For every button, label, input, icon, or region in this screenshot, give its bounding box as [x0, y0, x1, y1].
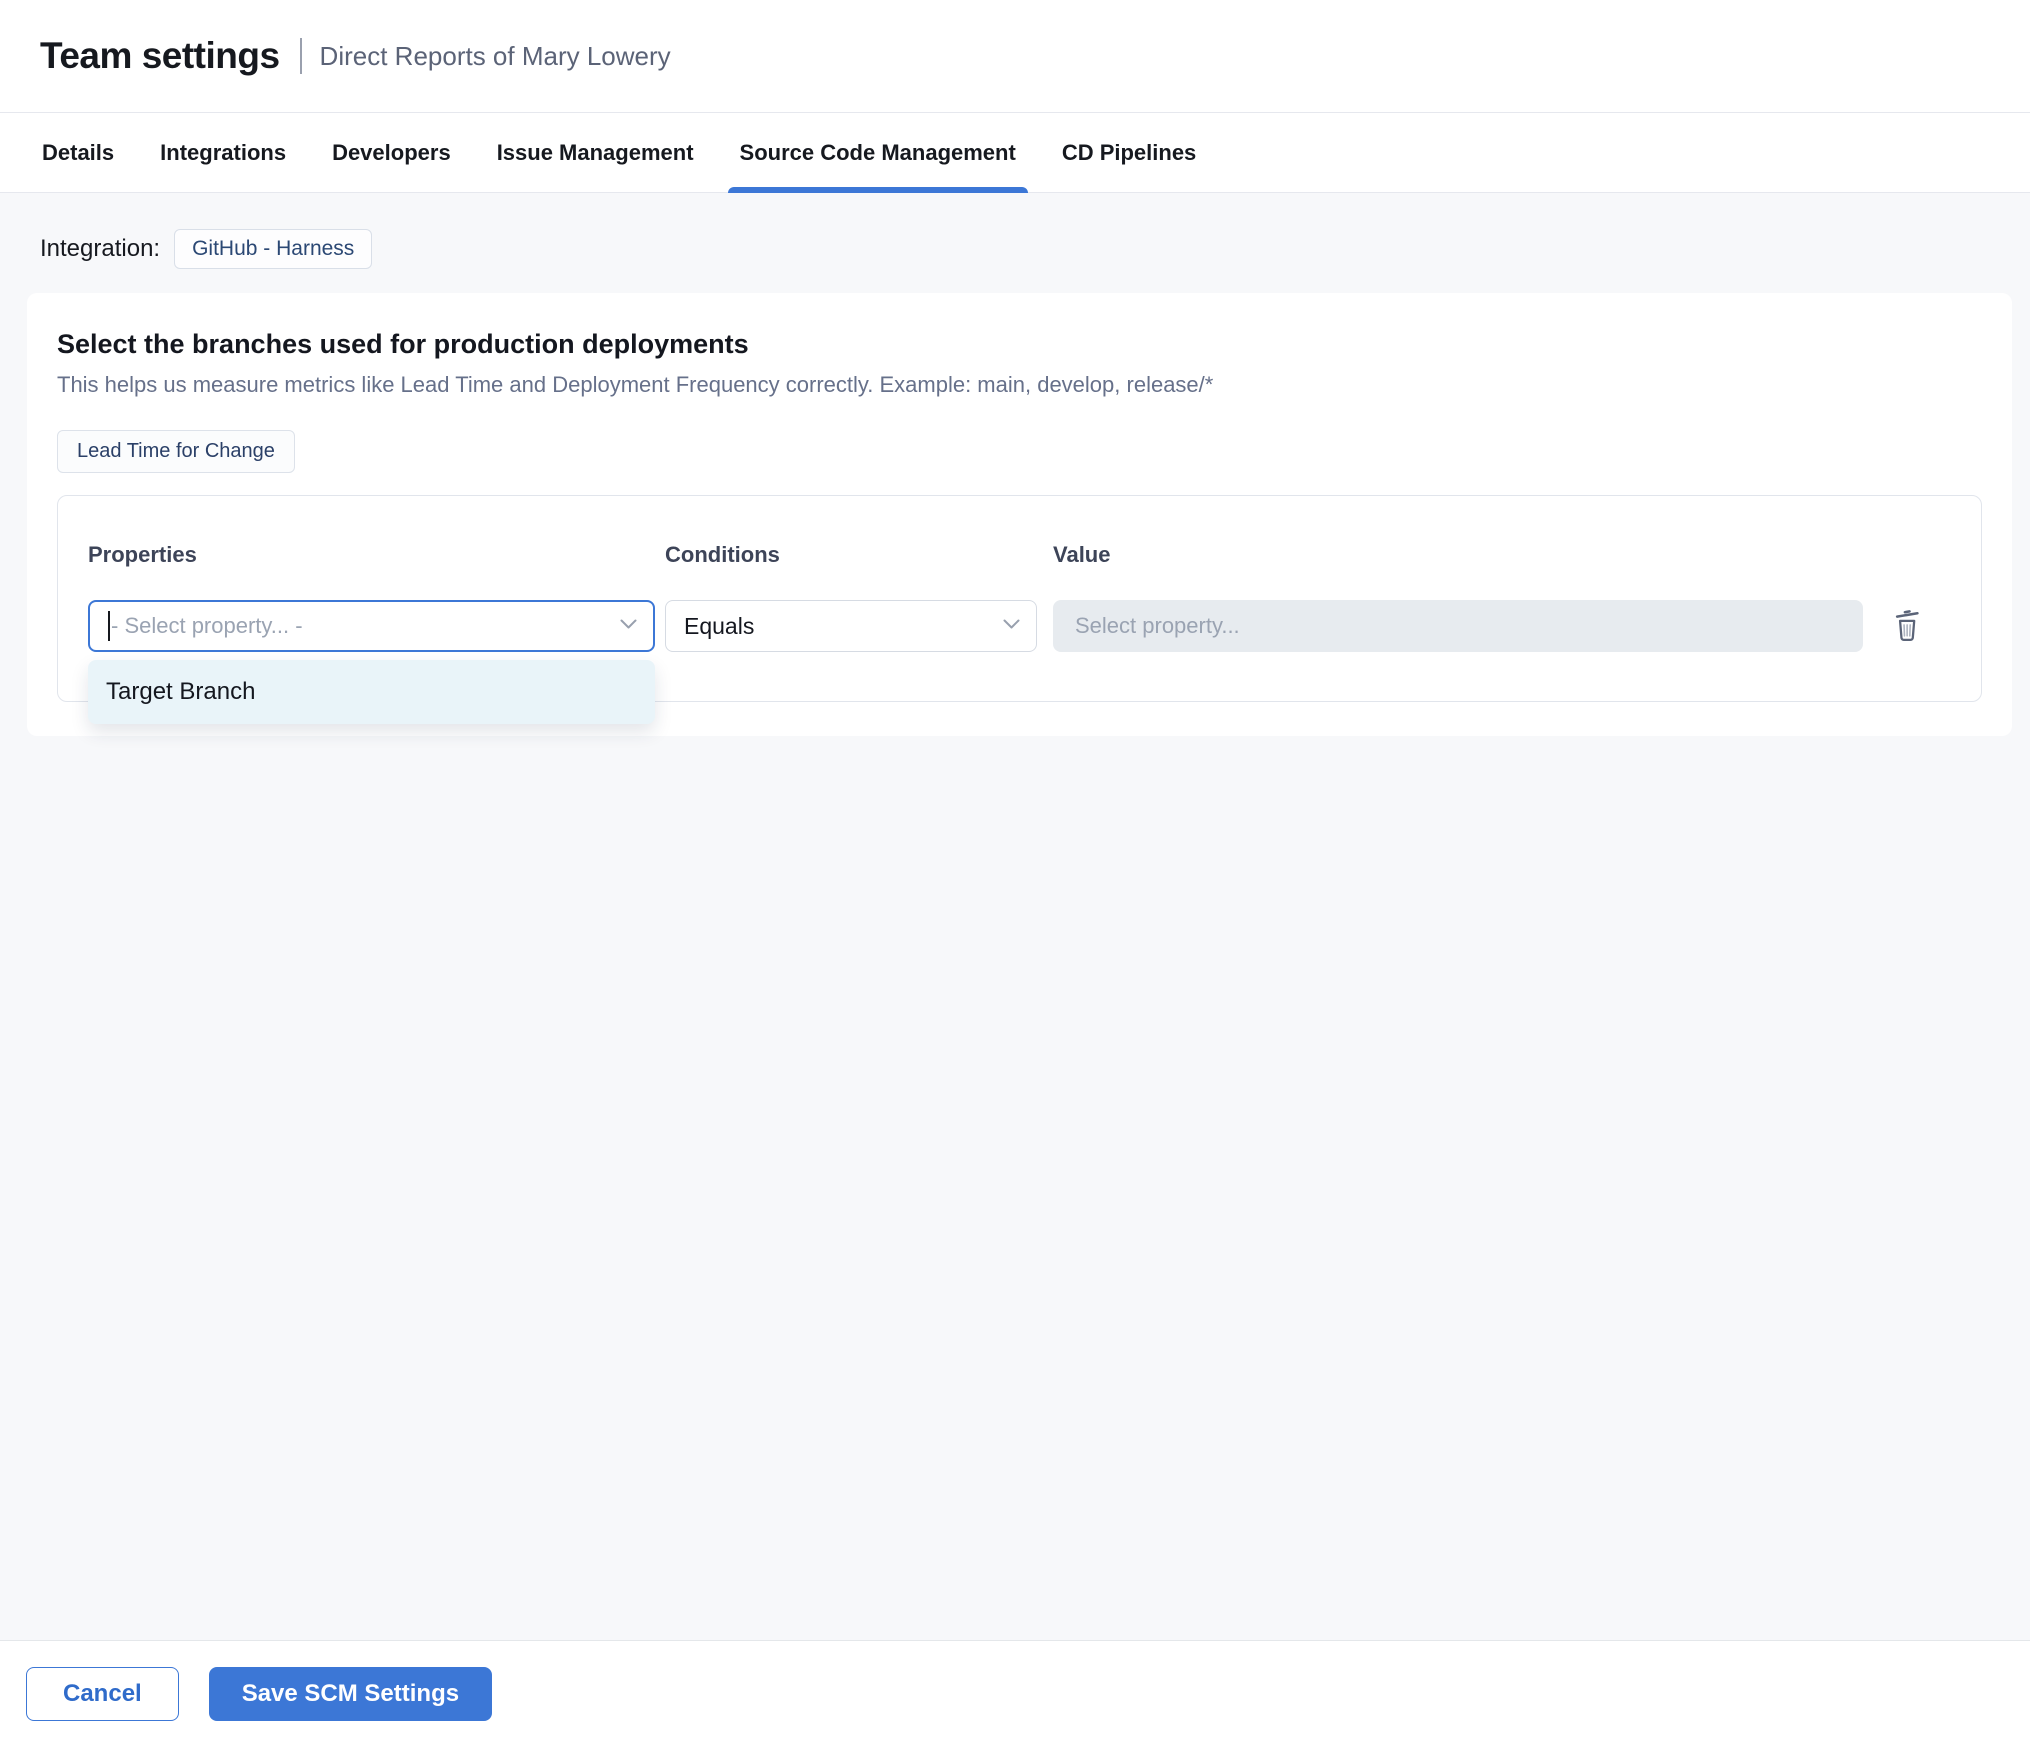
page-root: Team settings Direct Reports of Mary Low… — [0, 0, 2030, 1752]
cancel-button[interactable]: Cancel — [26, 1666, 179, 1721]
condition-select[interactable]: Equals — [665, 600, 1037, 652]
chevron-down-icon — [1003, 617, 1020, 635]
value-column-header: Value — [1053, 542, 1111, 567]
conditions-column-header: Conditions — [665, 542, 780, 567]
tab-cd-pipelines[interactable]: CD Pipelines — [1050, 113, 1208, 192]
branch-rule-panel: Properties Conditions Value - Select pro… — [57, 495, 1982, 724]
tab-integrations[interactable]: Integrations — [148, 113, 298, 192]
tab-label: CD Pipelines — [1061, 139, 1197, 165]
page-header: Team settings Direct Reports of Mary Low… — [0, 0, 2030, 113]
save-scm-settings-button[interactable]: Save SCM Settings — [208, 1666, 493, 1721]
integration-row: Integration: GitHub - Harness — [40, 229, 1990, 269]
delete-rule-button[interactable] — [1887, 603, 1927, 650]
properties-column-header: Properties — [88, 542, 197, 567]
page-title: Team settings — [40, 35, 280, 76]
text-cursor — [108, 611, 110, 641]
integration-label: Integration: — [40, 235, 161, 262]
tab-details[interactable]: Details — [30, 113, 126, 192]
property-dropdown-menu: Target Branch — [88, 660, 655, 724]
card-heading: Select the branches used for production … — [57, 329, 749, 359]
tab-label: Source Code Management — [739, 139, 1016, 165]
page-subtitle: Direct Reports of Mary Lowery — [319, 40, 671, 71]
tab-bar: Details Integrations Developers Issue Ma… — [0, 113, 2030, 193]
rule-actions — [1863, 600, 1951, 652]
value-input-wrapper — [1053, 600, 1863, 652]
tab-issue-management[interactable]: Issue Management — [485, 113, 706, 192]
scm-settings-card: Select the branches used for production … — [27, 293, 2012, 736]
tab-label: Issue Management — [496, 139, 694, 165]
property-select-wrapper: - Select property... - Target Branch — [88, 600, 655, 724]
tab-source-code-management[interactable]: Source Code Management — [727, 113, 1028, 193]
card-description: This helps us measure metrics like Lead … — [57, 372, 1214, 397]
rule-headers-row: Properties Conditions Value — [88, 542, 1951, 568]
active-tab-indicator — [727, 187, 1028, 193]
tab-label: Integrations — [160, 139, 287, 165]
rule-controls-row: - Select property... - Target Branch Equ… — [88, 600, 1951, 724]
value-input[interactable] — [1053, 600, 1863, 652]
condition-select-wrapper: Equals — [665, 600, 1037, 652]
condition-select-value: Equals — [684, 612, 755, 639]
metric-tag-lead-time-for-change[interactable]: Lead Time for Change — [57, 430, 295, 473]
tab-developers[interactable]: Developers — [320, 113, 463, 192]
property-select-placeholder: - Select property... - — [111, 613, 303, 638]
trash-icon — [1891, 607, 1923, 646]
tab-label: Developers — [332, 139, 451, 165]
content-area: Integration: GitHub - Harness Select the… — [0, 193, 2030, 1640]
tab-label: Details — [42, 139, 115, 165]
footer-bar: Cancel Save SCM Settings — [0, 1640, 2030, 1752]
dropdown-option-target-branch[interactable]: Target Branch — [88, 664, 655, 720]
integration-chip[interactable]: GitHub - Harness — [174, 229, 373, 269]
chevron-down-icon — [620, 617, 637, 635]
title-divider — [299, 38, 302, 74]
property-select[interactable]: - Select property... - — [88, 600, 655, 652]
